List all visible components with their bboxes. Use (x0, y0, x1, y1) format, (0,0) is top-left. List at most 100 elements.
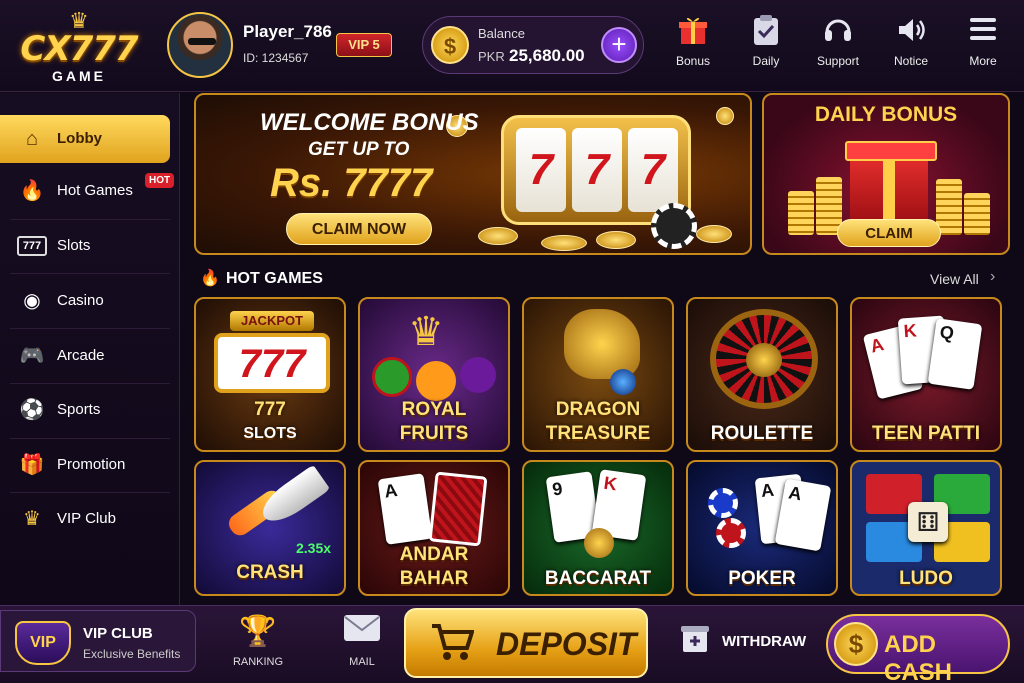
coin-icon (696, 225, 732, 243)
ranking-button[interactable]: 🏆 RANKING (218, 614, 298, 668)
vip-club-button[interactable]: VIP VIP CLUB Exclusive Benefits (0, 610, 196, 672)
mail-button[interactable]: MAIL (322, 614, 402, 668)
nav-bonus[interactable]: Bonus (662, 14, 724, 68)
menu-icon (952, 14, 1014, 48)
gift-icon (662, 14, 724, 48)
gift-icon: 🎁 (19, 454, 45, 476)
sidebar-item-label: VIP Club (57, 510, 116, 527)
mail-icon (322, 614, 402, 650)
slot-reels: 777 (214, 333, 330, 393)
game-title-line2: SLOTS (243, 425, 297, 442)
sunglasses-icon (188, 38, 216, 45)
crash-multiplier: 2.35x (296, 540, 332, 556)
dice-icon: ⚅ (908, 502, 948, 542)
sidebar-item-label: Slots (57, 237, 91, 254)
sidebar-item-slots[interactable]: 777 Slots (0, 222, 170, 270)
daily-bonus-title: DAILY BONUS (814, 103, 958, 126)
slot-777-icon: 777 (17, 236, 47, 256)
headset-icon (807, 14, 869, 48)
coin-icon (596, 231, 636, 249)
coin-icon: $ (834, 622, 878, 666)
withdraw-icon (678, 624, 712, 658)
add-cash-button[interactable]: $ ADD CASH (826, 614, 1010, 683)
chip-icon: ◉ (23, 290, 41, 312)
game-tile-ludo[interactable]: ⚅ LUDO (850, 460, 1002, 596)
avatar[interactable] (167, 12, 233, 78)
vip-level-badge[interactable]: VIP 5 (336, 33, 392, 57)
sidebar-item-hot-games[interactable]: 🔥 Hot Games HOT (0, 167, 175, 215)
watermelon-icon (372, 357, 412, 397)
vip-club-subtitle: Exclusive Benefits (83, 647, 181, 661)
fire-icon: 🔥 (19, 180, 45, 202)
game-tile-poker[interactable]: A A POKER (686, 460, 838, 596)
game-title: LUDO (899, 568, 953, 589)
game-tile-777-slots[interactable]: JACKPOT 777 777 SLOTS (194, 297, 346, 452)
game-tile-crash[interactable]: 2.35x CRASH (194, 460, 346, 596)
sidebar-item-label: Arcade (57, 347, 105, 364)
divider (10, 328, 170, 329)
coin-icon: $ (431, 26, 469, 64)
slot-reel: 7 (516, 128, 566, 212)
poker-chip-icon (716, 518, 746, 548)
withdraw-label: WITHDRAW (722, 633, 807, 650)
game-tile-teen-patti[interactable]: A K Q TEEN PATTI (850, 297, 1002, 452)
sidebar-item-arcade[interactable]: 🎮 Arcade (0, 332, 170, 380)
claim-button[interactable]: CLAIM (837, 219, 941, 247)
slot-reel: 7 (572, 128, 622, 212)
sidebar-item-casino[interactable]: ◉ Casino (0, 277, 170, 325)
add-cash-label: ADD CASH (884, 631, 953, 683)
withdraw-button[interactable]: WITHDRAW (672, 622, 812, 664)
welcome-amount: Rs. 7777 (270, 161, 433, 205)
game-title-line1: DRAGON (555, 399, 641, 420)
sidebar-item-lobby[interactable]: ⌂ Lobby (0, 115, 170, 163)
brand-logo[interactable]: ♛ CX777 GAME (14, 10, 144, 88)
game-tile-royal-fruits[interactable]: ♛ ROYAL FRUITS (358, 297, 510, 452)
game-title-line1: ANDAR (399, 544, 469, 565)
gamepad-icon: 🎮 (19, 345, 45, 367)
welcome-bonus-banner[interactable]: WELCOME BONUS GET UP TO Rs. 7777 CLAIM N… (194, 93, 752, 255)
game-title-line2: BAHAR (399, 568, 469, 589)
game-tile-baccarat[interactable]: 9 K BACCARAT (522, 460, 674, 596)
vip-crown-icon: ♛ (23, 508, 41, 530)
divider (10, 383, 170, 384)
welcome-title: WELCOME BONUS (260, 109, 479, 136)
card-back (428, 471, 488, 547)
sidebar: ⌂ Lobby 🔥 Hot Games HOT 777 Slots ◉ Casi… (0, 93, 180, 605)
deposit-button[interactable]: DEPOSIT (404, 608, 648, 678)
chevron-right-icon[interactable]: › (990, 268, 995, 286)
poker-chip-icon (708, 488, 738, 518)
sidebar-item-vip-club[interactable]: ♛ VIP Club (0, 495, 170, 543)
game-tile-dragon-treasure[interactable]: DRAGON TREASURE (522, 297, 674, 452)
player-id: ID: 1234567 (243, 51, 309, 65)
wheel-hub (746, 343, 782, 377)
section-title: HOT GAMES (226, 270, 323, 287)
claim-now-button[interactable]: CLAIM NOW (286, 213, 432, 245)
nav-more[interactable]: More (952, 14, 1014, 68)
game-title-line2: FRUITS (399, 423, 469, 444)
soccer-ball-icon: ⚽ (19, 399, 45, 421)
playing-card: Q (927, 318, 983, 390)
nav-label: More (969, 54, 997, 68)
sidebar-item-promotion[interactable]: 🎁 Promotion (0, 441, 170, 489)
game-title: POKER (728, 568, 796, 589)
balance-label: Balance (478, 26, 525, 41)
welcome-subtitle: GET UP TO (308, 139, 410, 160)
top-header: ♛ CX777 GAME Player_786 ID: 1234567 VIP … (0, 0, 1024, 92)
nav-notice[interactable]: Notice (880, 14, 942, 68)
daily-bonus-banner[interactable]: DAILY BONUS CLAIM (762, 93, 1010, 255)
add-balance-button[interactable]: + (601, 27, 637, 63)
nav-label: Bonus (675, 54, 711, 68)
sidebar-item-label: Casino (57, 292, 104, 309)
nav-label: Daily (752, 54, 780, 68)
nav-support[interactable]: Support (807, 14, 869, 68)
game-tile-roulette[interactable]: ROULETTE (686, 297, 838, 452)
coin-stack-icon (964, 193, 990, 235)
nav-daily[interactable]: Daily (735, 14, 797, 68)
orb-icon (610, 369, 636, 395)
playing-card: A (774, 478, 832, 552)
game-title-line1: 777 (254, 399, 286, 420)
orange-icon (416, 361, 456, 401)
sidebar-item-sports[interactable]: ⚽ Sports (0, 386, 170, 434)
game-tile-andar-bahar[interactable]: A ANDAR BAHAR (358, 460, 510, 596)
view-all-link[interactable]: View All (930, 271, 979, 287)
